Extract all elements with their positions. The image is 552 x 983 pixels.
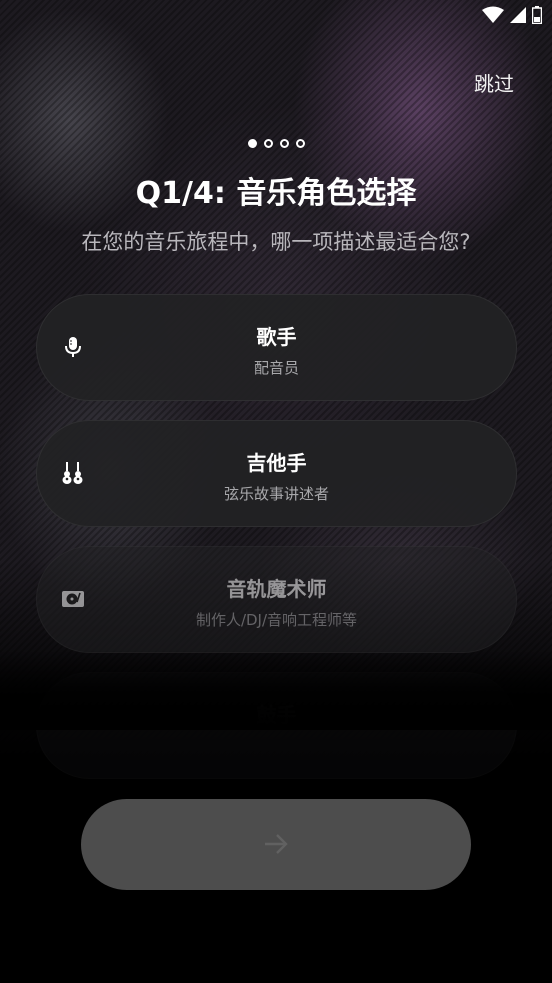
progress-dot-3 — [279, 139, 289, 148]
progress-dot-2 — [263, 139, 273, 148]
signal-icon — [510, 7, 526, 23]
wifi-icon — [482, 6, 504, 23]
option-guitarist[interactable]: 吉他手 弦乐故事讲述者 — [36, 420, 517, 527]
battery-icon — [532, 6, 542, 24]
option-singer[interactable]: 歌手 配音员 — [36, 294, 517, 401]
status-bar — [482, 6, 542, 24]
list-fade — [0, 650, 552, 730]
onboarding-screen: 跳过 Q1/4: 音乐角色选择 在您的音乐旅程中，哪一项描述最适合您? 歌手 配… — [0, 0, 552, 983]
skip-button[interactable]: 跳过 — [474, 68, 514, 97]
option-subtitle: 弦乐故事讲述者 — [223, 485, 329, 503]
option-subtitle: 配音员 — [253, 359, 299, 377]
option-title: 歌手 — [256, 325, 297, 349]
question-title: Q1/4: 音乐角色选择 — [135, 176, 417, 211]
option-producer[interactable]: 音轨魔术师 制作人/DJ/音响工程师等 — [36, 546, 517, 653]
progress-dot-1 — [247, 139, 257, 148]
question-subtitle: 在您的音乐旅程中，哪一项描述最适合您? — [81, 230, 471, 254]
option-title: 吉他手 — [246, 451, 307, 475]
progress-dot-4 — [295, 139, 305, 148]
next-button[interactable] — [81, 799, 471, 890]
arrow-right-icon — [265, 834, 288, 854]
option-subtitle: 制作人/DJ/音响工程师等 — [195, 611, 358, 629]
progress-dots — [0, 139, 552, 148]
option-title: 音轨魔术师 — [226, 577, 327, 601]
